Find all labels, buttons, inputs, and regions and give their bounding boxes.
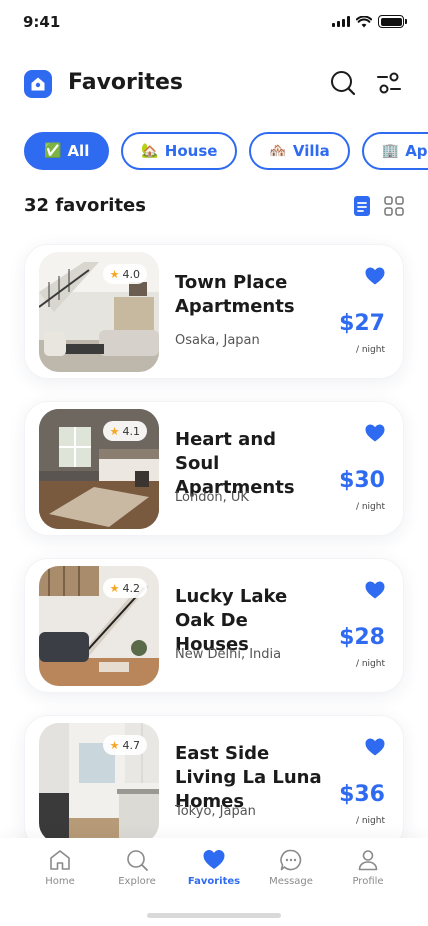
- check-icon: ✅: [44, 143, 62, 159]
- nav-favorites[interactable]: Favorites: [176, 848, 252, 892]
- list-view-icon: [354, 196, 370, 216]
- search-icon: [331, 71, 356, 96]
- rating-value: 4.7: [122, 738, 141, 752]
- listing-photo: ★ 4.2: [39, 566, 159, 686]
- header: Favorites: [24, 68, 404, 102]
- page-title: Favorites: [68, 70, 183, 95]
- chip-house[interactable]: 🏡 House: [121, 132, 238, 170]
- listing-price: $27: [339, 311, 385, 336]
- house-icon: 🏡: [141, 143, 159, 159]
- listing-location: Osaka, Japan: [175, 333, 260, 348]
- rating-value: 4.1: [122, 424, 141, 438]
- filter-button[interactable]: [374, 68, 404, 98]
- nav-label: Favorites: [187, 876, 241, 887]
- heart-icon[interactable]: [365, 581, 385, 599]
- listing-location: Tokyo, Japan: [175, 804, 256, 819]
- nav-home[interactable]: Home: [22, 848, 98, 892]
- filter-icon: [377, 72, 401, 94]
- chip-apartments[interactable]: 🏢 Apartments: [361, 132, 428, 170]
- listing-photo: ★ 4.1: [39, 409, 159, 529]
- nav-label: Profile: [352, 876, 384, 887]
- bottom-nav: Home Explore Favorites Message Profile: [0, 838, 428, 926]
- cellular-signal-icon: [332, 16, 350, 27]
- rating-value: 4.0: [122, 267, 141, 281]
- profile-icon: [358, 850, 378, 871]
- star-icon: ★: [109, 581, 120, 595]
- nav-explore[interactable]: Explore: [99, 848, 175, 892]
- favorites-count: 32 favorites: [24, 195, 146, 216]
- listing-price: $30: [339, 468, 385, 493]
- rating-value: 4.2: [122, 581, 141, 595]
- nav-profile[interactable]: Profile: [330, 848, 406, 892]
- heart-icon: [203, 850, 225, 869]
- villa-icon: 🏘️: [269, 143, 287, 159]
- status-bar: 9:41: [0, 0, 428, 44]
- wifi-icon: [356, 15, 372, 27]
- status-icons: [332, 15, 407, 28]
- home-logo-icon: [24, 70, 52, 98]
- rating-badge: ★ 4.2: [102, 578, 147, 598]
- listing-price: $28: [339, 625, 385, 650]
- battery-icon: [378, 15, 407, 28]
- heart-icon[interactable]: [365, 267, 385, 285]
- nav-message[interactable]: Message: [253, 848, 329, 892]
- chip-all[interactable]: ✅ All: [24, 132, 110, 170]
- listing-location: New Delhi, India: [175, 647, 282, 662]
- chip-label: House: [164, 142, 218, 160]
- chip-villa[interactable]: 🏘️ Villa: [249, 132, 350, 170]
- search-icon: [127, 850, 148, 871]
- nav-label: Home: [45, 876, 75, 887]
- message-icon: [280, 849, 302, 871]
- price-unit: / night: [355, 502, 385, 512]
- favorites-count-row: 32 favorites: [24, 192, 404, 220]
- grid-view-toggle[interactable]: [384, 196, 404, 216]
- chip-label: Villa: [292, 142, 330, 160]
- price-unit: / night: [355, 659, 385, 669]
- home-indicator: [147, 913, 281, 918]
- price-unit: / night: [355, 816, 385, 826]
- listing-photo: ★ 4.0: [39, 252, 159, 372]
- chip-label: All: [67, 142, 90, 160]
- star-icon: ★: [109, 738, 120, 752]
- rating-badge: ★ 4.0: [102, 264, 147, 284]
- home-icon: [50, 850, 70, 870]
- listing-card[interactable]: ★ 4.2 Lucky Lake Oak De Houses New Delhi…: [24, 558, 404, 693]
- rating-badge: ★ 4.7: [102, 735, 147, 755]
- nav-label: Message: [269, 876, 313, 887]
- listing-location: London, UK: [175, 490, 249, 505]
- favorites-list: ★ 4.0 Town Place Apartments Osaka, Japan…: [24, 244, 404, 872]
- heart-icon[interactable]: [365, 738, 385, 756]
- price-unit: / night: [355, 345, 385, 355]
- listing-card[interactable]: ★ 4.7 East Side Living La Luna Homes Tok…: [24, 715, 404, 850]
- listing-photo: ★ 4.7: [39, 723, 159, 843]
- listing-card[interactable]: ★ 4.0 Town Place Apartments Osaka, Japan…: [24, 244, 404, 379]
- listing-price: $36: [339, 782, 385, 807]
- category-filter-chips: ✅ All 🏡 House 🏘️ Villa 🏢 Apartments: [24, 132, 428, 170]
- status-time: 9:41: [23, 13, 61, 31]
- listing-card[interactable]: ★ 4.1 Heart and Soul Apartments London, …: [24, 401, 404, 536]
- chip-label: Apartments: [405, 142, 428, 160]
- grid-view-icon: [384, 196, 404, 216]
- heart-icon[interactable]: [365, 424, 385, 442]
- rating-badge: ★ 4.1: [102, 421, 147, 441]
- search-button[interactable]: [328, 68, 358, 98]
- listing-title: Town Place Apartments: [175, 272, 295, 317]
- list-view-toggle[interactable]: [354, 196, 370, 216]
- nav-label: Explore: [118, 876, 156, 887]
- apartment-icon: 🏢: [381, 143, 400, 159]
- star-icon: ★: [109, 424, 120, 438]
- star-icon: ★: [109, 267, 120, 281]
